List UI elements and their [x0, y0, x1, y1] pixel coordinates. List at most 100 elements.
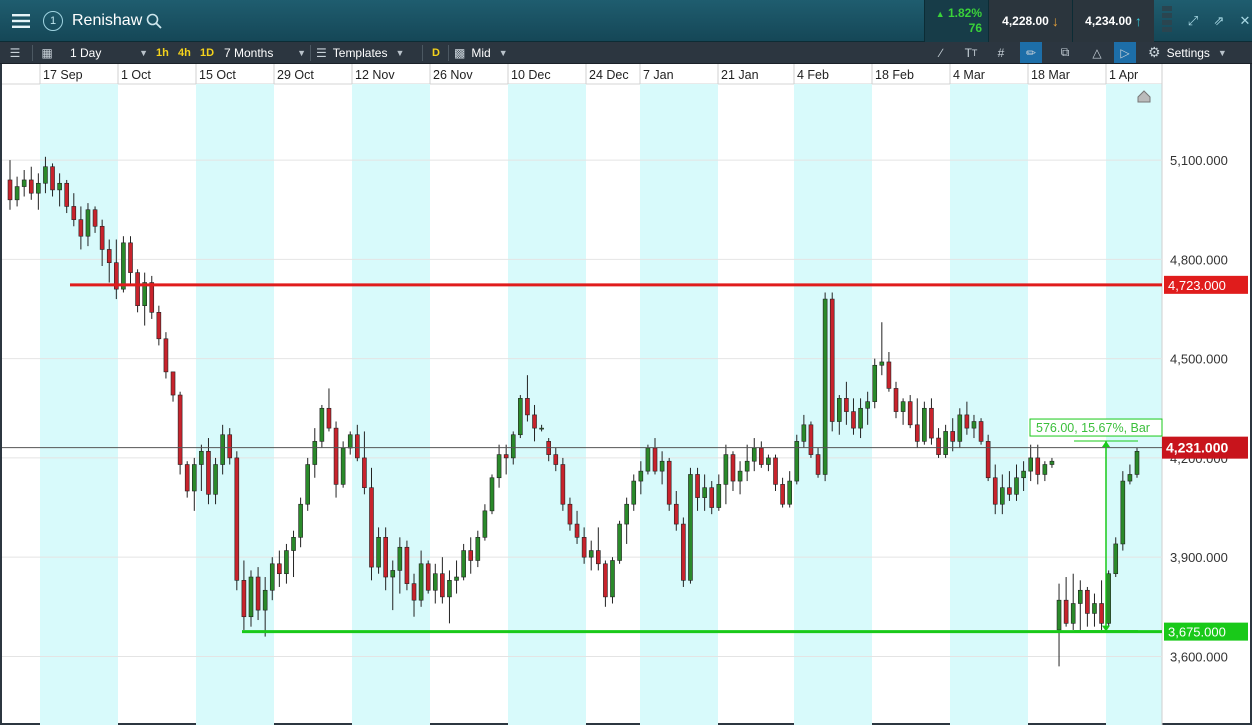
- search-icon[interactable]: [146, 13, 162, 32]
- candle-up: [610, 560, 615, 598]
- interval-select[interactable]: 1 Day ▼: [70, 42, 148, 63]
- candle-down: [532, 414, 537, 429]
- date-label: 10 Dec: [511, 68, 551, 82]
- candle-up: [199, 450, 204, 465]
- candle-down: [985, 441, 991, 479]
- text-size-icon[interactable]: TT: [960, 42, 982, 63]
- candle-down: [773, 457, 778, 485]
- candle-up: [702, 487, 707, 498]
- sell-price: 4,228.00: [1002, 14, 1049, 28]
- candle-up: [1021, 470, 1026, 479]
- interval-1h-button[interactable]: 1h: [156, 42, 169, 63]
- candle-down: [156, 312, 162, 340]
- candle-up: [284, 550, 289, 575]
- list-icon[interactable]: ☰: [4, 42, 26, 63]
- drawing-tools-icon[interactable]: ✏: [1020, 42, 1042, 63]
- y-tick-label: 5,100.000: [1170, 153, 1228, 168]
- candle-up: [1000, 487, 1005, 505]
- layout-icon[interactable]: ▦: [36, 42, 58, 63]
- price-type-select[interactable]: ▩ Mid ▼: [454, 42, 520, 63]
- candle-down: [808, 424, 814, 455]
- candle-down: [163, 338, 169, 373]
- candlestick-chart[interactable]: 17 Sep 1 Oct 15 Oct 29 Oct 12 Nov 26 Nov 10 De…: [2, 64, 1250, 725]
- candle-down: [1099, 603, 1104, 624]
- candle-down: [1085, 589, 1090, 614]
- candle-up: [1120, 480, 1126, 545]
- candle-down: [829, 298, 835, 422]
- candle-up: [418, 563, 424, 601]
- arrow-up-icon: ↑: [1134, 13, 1142, 29]
- candles-icon: ▩: [454, 45, 466, 60]
- candle-up: [340, 447, 346, 485]
- candle-up: [1014, 477, 1019, 495]
- candle-up: [638, 470, 644, 482]
- candle-down: [964, 414, 970, 429]
- date-label: 15 Oct: [199, 68, 236, 82]
- candle-down: [99, 225, 105, 250]
- candle-up: [43, 166, 48, 184]
- candle-up: [36, 182, 41, 194]
- buy-price-button[interactable]: 4,234.00 ↑: [1072, 0, 1154, 42]
- account-number-icon[interactable]: 1: [38, 6, 68, 36]
- candle-down: [1035, 457, 1041, 475]
- candle-up: [624, 503, 629, 525]
- candle-up: [645, 447, 651, 472]
- settings-button[interactable]: ⚙ Settings ▼: [1148, 42, 1227, 63]
- candle-down: [574, 523, 580, 538]
- hamburger-icon[interactable]: [6, 6, 36, 36]
- candle-up: [1134, 450, 1140, 475]
- date-label: 18 Mar: [1031, 68, 1070, 82]
- candle-down: [383, 537, 388, 578]
- date-label: 17 Sep: [43, 68, 83, 82]
- chart-area[interactable]: 17 Sep 1 Oct 15 Oct 29 Oct 12 Nov 26 Nov 10 De…: [0, 64, 1252, 725]
- d-badge[interactable]: D: [432, 42, 440, 63]
- tag-icon[interactable]: ▷: [1114, 42, 1136, 63]
- range-select[interactable]: 7 Months ▼: [224, 42, 306, 63]
- chart-toolbar: ☰ ▦ 1 Day ▼ 1h 4h 1D 7 Months ▼ ☰ Template…: [0, 42, 1252, 64]
- candle-up: [1056, 599, 1062, 631]
- candle-down: [78, 219, 84, 237]
- interval-1d-button[interactable]: 1D: [200, 42, 214, 63]
- arrow-down-icon: ↓: [1051, 13, 1059, 29]
- indicator-icon[interactable]: △: [1086, 42, 1108, 63]
- candle-down: [92, 209, 98, 227]
- instrument-title[interactable]: Renishaw: [72, 12, 142, 30]
- interval-4h-button[interactable]: 4h: [178, 42, 191, 63]
- interval-value: 1 Day: [70, 45, 102, 60]
- candle-up: [588, 550, 594, 558]
- candle-up: [489, 477, 495, 512]
- candle-up: [723, 454, 729, 485]
- candle-up: [376, 537, 381, 568]
- candle-up: [837, 398, 842, 422]
- chevron-down-icon: ▼: [297, 47, 306, 58]
- close-icon[interactable]: ✕: [1232, 0, 1252, 42]
- price-type-value: Mid: [471, 45, 491, 60]
- templates-select[interactable]: ☰ Templates ▼: [316, 42, 416, 63]
- draw-line-icon[interactable]: ∕: [930, 42, 952, 63]
- sell-price-button[interactable]: 4,228.00 ↓: [988, 0, 1072, 42]
- candle-up: [688, 474, 693, 581]
- candle-up: [1028, 457, 1033, 472]
- candle-down: [106, 249, 112, 263]
- candle-down: [759, 447, 764, 465]
- date-label: 24 Dec: [589, 68, 629, 82]
- candle-down: [468, 550, 474, 561]
- candle-down: [64, 182, 70, 207]
- templates-label: Templates: [332, 45, 388, 60]
- candle-down: [425, 563, 431, 591]
- candle-down: [234, 457, 240, 581]
- copy-icon[interactable]: ⧉: [1054, 42, 1076, 63]
- popout-icon[interactable]: ⇗: [1206, 0, 1232, 42]
- expand-icon[interactable]: ⤢: [1180, 0, 1206, 42]
- candle-down: [914, 424, 920, 442]
- candle-up: [447, 580, 452, 598]
- candle-down: [815, 454, 821, 475]
- candle-down: [333, 427, 339, 485]
- candle-down: [907, 401, 913, 426]
- candle-up: [943, 431, 948, 455]
- shaded-period: [950, 84, 1028, 725]
- volume-bars-icon: [1154, 0, 1180, 42]
- candle-up: [14, 186, 20, 201]
- chevron-down-icon: ▼: [139, 47, 148, 58]
- crosshair-grid-icon[interactable]: #: [990, 42, 1012, 63]
